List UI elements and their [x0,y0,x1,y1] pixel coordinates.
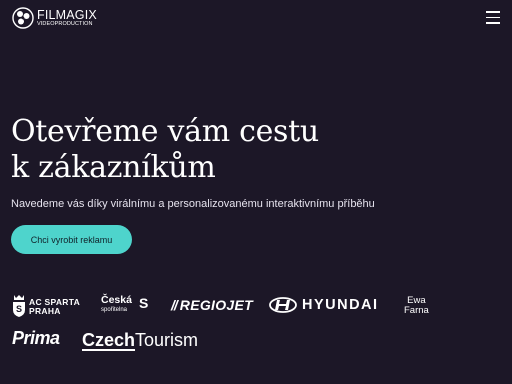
client-logo-czechtourism: CzechTourism [82,330,198,351]
czech-part1: Czech [82,330,136,350]
brand-name: FILMAGIX [37,7,97,22]
svg-text:S: S [16,304,22,314]
brand-logo[interactable]: FILMAGIX VIDEOPRODUCTION [12,7,97,29]
ceska-line1: Česká [101,294,132,306]
site-header: FILMAGIX VIDEOPRODUCTION [0,0,512,36]
client-logo-ewa-farna: Ewa Farna [404,296,429,316]
regiojet-bars: // [171,297,178,313]
hyundai-emblem-icon [269,297,297,313]
hamburger-menu-icon[interactable] [486,11,500,24]
hero-title-line2: k zákazníkům [11,150,216,185]
regiojet-name: REGIOJET [179,297,253,313]
ceska-s-mark: S [139,295,149,311]
sparta-crest-icon: S [13,295,25,317]
client-logo-regiojet: //REGIOJET [171,297,253,313]
sparta-name-line2: PRAHA [29,306,61,316]
czech-part2: Tourism [135,330,199,350]
hyundai-name: HYUNDAI [302,297,379,313]
hero-subtitle: Navedeme vás díky virálnímu a personaliz… [11,198,375,210]
ewa-line2: Farna [404,305,429,316]
hero-title: Otevřeme vám cestu k zákazníkům [11,114,319,186]
client-logo-ac-sparta: S AC SPARTA PRAHA [12,294,82,318]
client-logo-ceska-sporitelna: Česká spořitelna S [101,294,148,314]
brand-subtitle: VIDEOPRODUCTION [37,21,93,27]
film-reel-icon [12,7,34,29]
ceska-line2: spořitelna [101,307,128,313]
client-logo-prima: Prima [12,328,60,348]
client-logo-hyundai: HYUNDAI [269,297,379,313]
cta-button[interactable]: Chci vyrobit reklamu [11,225,132,254]
hero-title-line1: Otevřeme vám cestu [11,114,319,149]
